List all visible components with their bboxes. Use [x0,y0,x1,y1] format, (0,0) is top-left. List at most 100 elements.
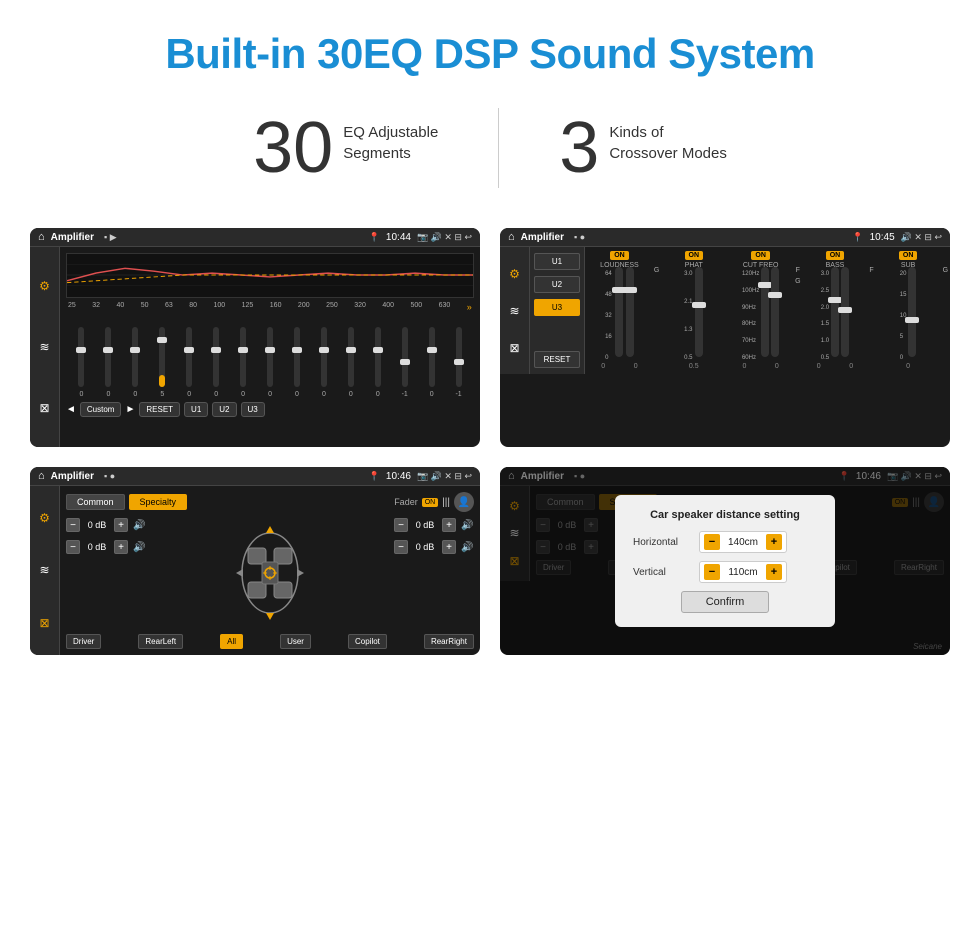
dialog-horizontal-input: − 140cm + [699,531,787,553]
amp-right-controls: − 0 dB + 🔊 − 0 dB + 🔊 [394,518,474,628]
eq-slider-10[interactable]: 0 [337,327,364,398]
eq-slider-14[interactable]: -1 [445,327,472,398]
preset-u2-btn[interactable]: U2 [534,276,580,293]
eq-body: ⚙ ≋ ⊠ [30,247,480,447]
eq-slider-1[interactable]: 0 [95,327,122,398]
ch-cutfreq-on[interactable]: ON [751,251,770,260]
home-icon-3[interactable]: ⌂ [38,470,45,482]
amp-sidebar-icon1[interactable]: ⚙ [39,511,50,525]
speaker-icon-1: 🔊 [133,542,145,553]
amp-minus-3[interactable]: − [394,540,408,554]
dialog-overlay: Car speaker distance setting Horizontal … [500,467,950,655]
eq-slider-11[interactable]: 0 [364,327,391,398]
eq-slider-8[interactable]: 0 [284,327,311,398]
dialog-horizontal-minus[interactable]: − [704,534,720,550]
eq-sidebar-icon1[interactable]: ⚙ [39,279,50,293]
eq-prev-btn[interactable]: ◄ [66,404,76,415]
car-diagram-area [152,518,388,628]
car-diagram [230,518,310,628]
eq-u2-btn[interactable]: U2 [212,402,236,417]
amp-db-val-0: 0 dB [83,520,111,530]
amp-common-tab[interactable]: Common [66,494,125,510]
eq-slider-13[interactable]: 0 [418,327,445,398]
amp-plus-0[interactable]: + [114,518,128,532]
ch-cutfreq-slider2[interactable] [771,267,779,357]
eq-slider-6[interactable]: 0 [230,327,257,398]
eq-screen: ⌂ Amplifier ▪ ▶ 📍 10:44 📷 🔊 ✕ ⊟ ↩ ⚙ ≋ ⊠ [30,228,480,447]
amp-minus-1[interactable]: − [66,540,80,554]
eq-slider-4[interactable]: 0 [176,327,203,398]
dialog-horizontal-plus[interactable]: + [766,534,782,550]
stats-row: 30 EQ AdjustableSegments 3 Kinds ofCross… [0,88,980,218]
ch-cutfreq-slider1[interactable] [761,267,769,357]
amp-controls: − 0 dB + 🔊 − 0 dB + 🔊 [66,518,474,628]
amp-driver-btn[interactable]: Driver [66,634,101,649]
amp-user-btn[interactable]: User [280,634,311,649]
preset-u3-btn[interactable]: U3 [534,299,580,316]
ch-phat-on[interactable]: ON [685,251,704,260]
amp-specialty-tab[interactable]: Specialty [129,494,188,510]
eq-slider-3[interactable]: 5 [149,327,176,398]
amp-minus-2[interactable]: − [394,518,408,532]
ch-loudness-slider2[interactable] [626,267,634,357]
eq-slider-2[interactable]: 0 [122,327,149,398]
eq-content: 2532405063 80100125160200 25032040050063… [60,247,480,447]
ch-sub-slider[interactable] [908,267,916,357]
eq-slider-5[interactable]: 0 [203,327,230,398]
amp-sidebar-icon2[interactable]: ≋ [39,563,49,577]
amp-sidebar-icon3[interactable]: ⊠ [39,616,49,630]
amp-db-row-1: − 0 dB + 🔊 [66,540,146,554]
eq-sidebar-icon3[interactable]: ⊠ [39,401,49,415]
amp-plus-1[interactable]: + [114,540,128,554]
page-title: Built-in 30EQ DSP Sound System [20,30,960,78]
eq-slider-7[interactable]: 0 [257,327,284,398]
screens-grid: ⌂ Amplifier ▪ ▶ 📍 10:44 📷 🔊 ✕ ⊟ ↩ ⚙ ≋ ⊠ [0,218,980,675]
dialog-horizontal-row: Horizontal − 140cm + [633,531,817,553]
amp-rearleft-btn[interactable]: RearLeft [138,634,183,649]
ch-sub-on[interactable]: ON [899,251,918,260]
ch-bass-sliders: 3.02.52.01.51.00.5 [821,271,849,361]
amp-minus-0[interactable]: − [66,518,80,532]
amp-db-row-2: − 0 dB + 🔊 [394,518,474,532]
eq-slider-12[interactable]: -1 [391,327,418,398]
eq-slider-9[interactable]: 0 [310,327,337,398]
ch-loudness-on[interactable]: ON [610,251,629,260]
eq-u3-btn[interactable]: U3 [241,402,265,417]
ch-bass-slider2[interactable] [841,267,849,357]
eq-u1-btn[interactable]: U1 [184,402,208,417]
crossover-sidebar-icon2[interactable]: ≋ [509,304,519,318]
amp-all-btn[interactable]: All [220,634,243,649]
crossover-reset-btn[interactable]: RESET [534,351,580,368]
eq-reset-btn[interactable]: RESET [139,402,180,417]
ch-phat-slider[interactable] [695,267,703,357]
dialog-vertical-row: Vertical − 110cm + [633,561,817,583]
person-icon[interactable]: 👤 [454,492,474,512]
crossover-topbar-icons-left: ▪ ● [574,232,585,242]
eq-next-btn[interactable]: ► [125,404,135,415]
eq-sidebar-icon2[interactable]: ≋ [39,340,49,354]
eq-freq-labels: 2532405063 80100125160200 25032040050063… [66,302,474,312]
ch-phat-sliders: 3.02.11.30.5 [684,271,703,361]
fader-label: Fader [394,497,418,507]
eq-topbar: ⌂ Amplifier ▪ ▶ 📍 10:44 📷 🔊 ✕ ⊟ ↩ [30,228,480,247]
preset-panel: U1 U2 U3 RESET [530,247,585,374]
eq-slider-0[interactable]: 0 [68,327,95,398]
amp-rearright-btn[interactable]: RearRight [424,634,474,649]
preset-u1-btn[interactable]: U1 [534,253,580,270]
eq-custom-btn[interactable]: Custom [80,402,122,417]
home-icon-2[interactable]: ⌂ [508,231,515,243]
crossover-sidebar-icon1[interactable]: ⚙ [509,267,520,281]
amp-screen: ⌂ Amplifier ▪ ● 📍 10:46 📷 🔊 ✕ ⊟ ↩ ⚙ ≋ ⊠ … [30,467,480,655]
dialog-vertical-plus[interactable]: + [766,564,782,580]
home-icon[interactable]: ⌂ [38,231,45,243]
dialog-confirm-button[interactable]: Confirm [681,591,770,613]
amp-plus-2[interactable]: + [442,518,456,532]
dialog-confirm-area: Confirm [633,591,817,613]
amp-plus-3[interactable]: + [442,540,456,554]
ch-loudness-slider[interactable] [615,267,623,357]
crossover-body: ⚙ ≋ ⊠ U1 U2 U3 RESET ON LOUDNESS [500,247,950,374]
crossover-sidebar-icon3[interactable]: ⊠ [509,341,519,355]
dialog-vertical-minus[interactable]: − [704,564,720,580]
ch-bass-on[interactable]: ON [826,251,845,260]
amp-copilot-btn[interactable]: Copilot [348,634,387,649]
